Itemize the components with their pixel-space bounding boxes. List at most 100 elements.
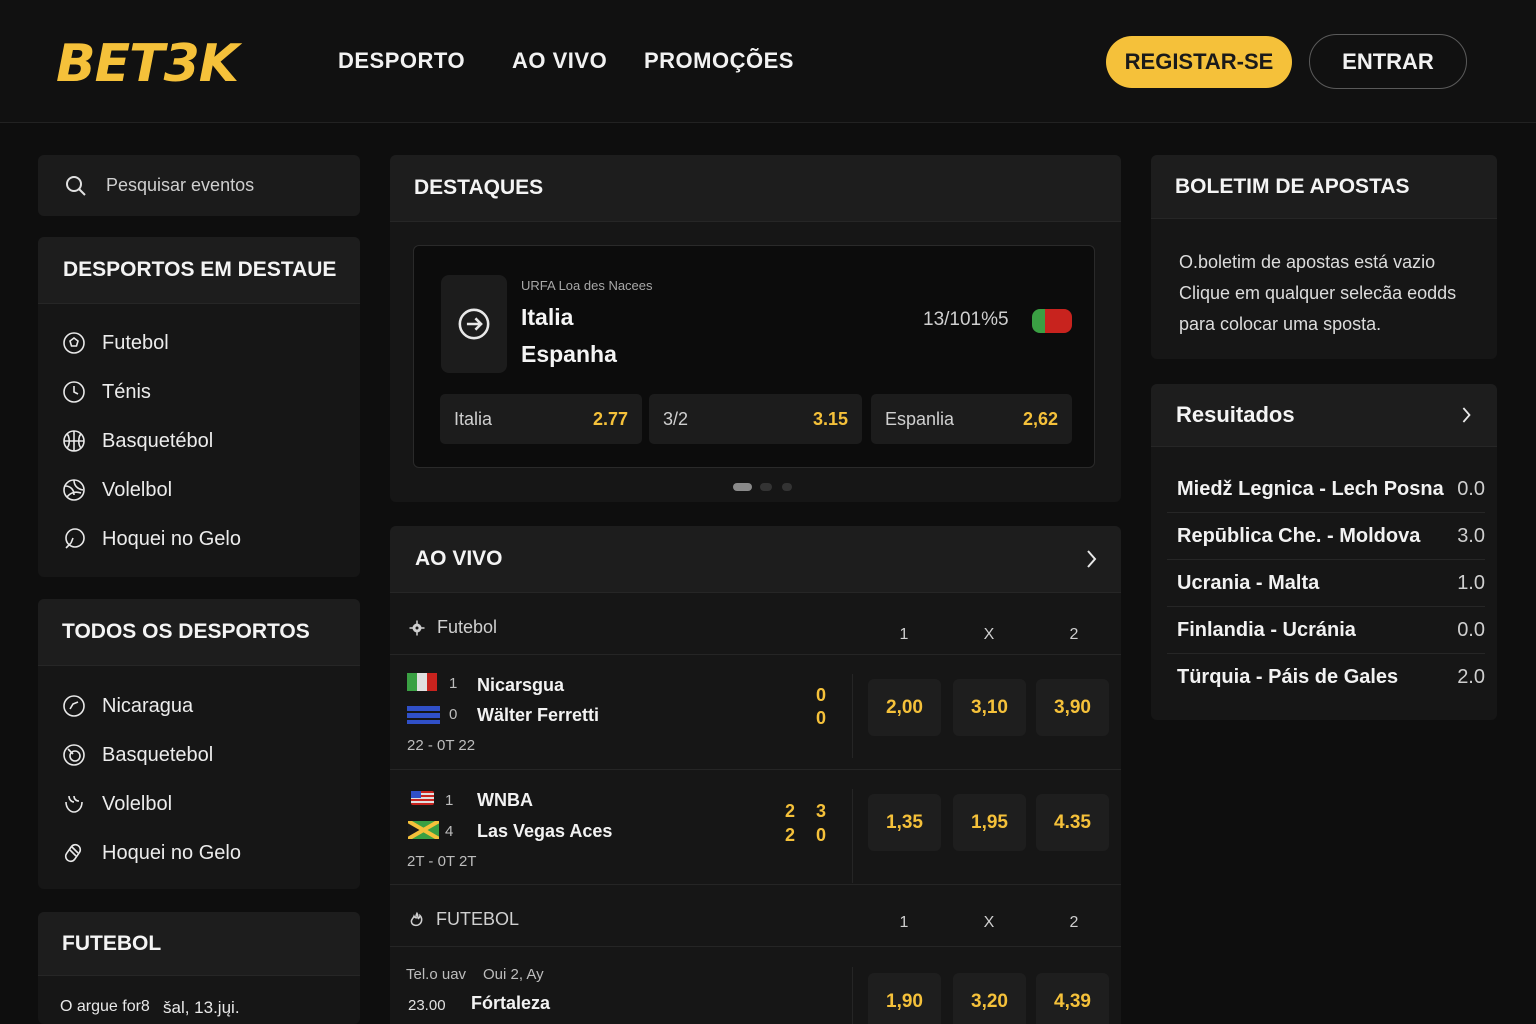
score: 0 [816,708,827,728]
betslip-text: Clique em qualquer selecãa eodds [1179,283,1457,303]
event-icon-box [441,275,507,373]
sidebar-item-futebol[interactable]: Futebol [62,331,169,355]
sidebar-item-label: Basquetebol [102,743,214,766]
team-name: Fórtaleza [471,993,551,1013]
live-section-sport: FUTEBOL [408,909,519,930]
result-row[interactable]: Finlandia - Ucránia 0.0 [1167,607,1485,654]
sidebar-item-hoquei-all[interactable]: Hoquei no Gelo [62,841,241,865]
odd-button[interactable]: 1,35 [868,794,941,851]
nav-ao-vivo[interactable]: AO VIVO [512,48,607,74]
sidebar-item-tenis[interactable]: Ténis [62,380,151,404]
odd-button[interactable]: 1,95 [953,794,1026,851]
score: 3 [816,801,827,821]
sidebar-item-basquetebol-all[interactable]: Basquetebol [62,743,213,767]
team-number: 0 [449,706,458,723]
search-input[interactable]: Pesquisar eventos [38,155,360,216]
all-sports-panel: TODOS OS DESPORTOS Nicaragua Basquetebol… [38,599,360,889]
football-info-a: O argue for8 [60,998,150,1015]
football-panel: FUTEBOL O argue for8 šal, 13.jųi. [38,912,360,1024]
odd-button[interactable]: 3,20 [953,973,1026,1024]
result-row[interactable]: Miedž Legnica - Lech Posna 0.0 [1167,466,1485,513]
col-header-2: 2 [1069,914,1079,931]
odd-value: 2.77 [592,408,628,429]
betslip-title: BOLETIM DE APOSTAS [1151,155,1497,219]
odd-button[interactable]: 1,90 [868,973,941,1024]
divider [390,946,1121,947]
brand-logo[interactable]: BET3K [56,34,239,94]
divider [852,789,853,883]
carousel-dot[interactable] [782,483,792,491]
team-name: Las Vegas Aces [477,821,613,841]
match-time: 2T - 0T 2T [407,853,477,870]
sidebar-item-nicaragua[interactable]: Nicaragua [62,694,193,718]
match-time: 23.00 [408,997,446,1014]
odd-button[interactable]: 4,39 [1036,973,1109,1024]
highlight-odd-x[interactable]: 3/2 3.15 [649,394,862,444]
chevron-right-icon[interactable] [1459,405,1473,425]
sidebar-item-label: Nicaragua [102,694,194,717]
live-panel: AO VIVO Futebol 1 X 2 1 0 Nicarsgua Wält… [390,526,1121,1024]
volleyball-icon [65,795,83,813]
results-header[interactable]: Resuitados [1151,384,1497,447]
sidebar-item-volelbol-all[interactable]: Volelbol [62,792,172,816]
results-title: Resuitados [1176,402,1295,427]
odd-button[interactable]: 3,90 [1036,679,1109,736]
divider [852,674,853,758]
sidebar-item-label: Hoquei no Gelo [102,841,241,864]
team-name: Wälter Ferretti [477,705,600,725]
nav-promocoes[interactable]: PROMOÇÕES [644,48,794,74]
result-row[interactable]: Türquia - Páis de Gales 2.0 [1167,654,1485,701]
event-team-2: Espanha [521,341,617,367]
result-match: Repūblica Che. - Moldova [1177,524,1421,547]
fire-icon [410,911,423,926]
result-match: Miedž Legnica - Lech Posna [1177,477,1444,500]
chevron-right-icon[interactable] [1083,548,1099,570]
sidebar-item-hoquei[interactable]: Hoquei no Gelo [62,527,241,551]
football-info-b: šal, 13.jųi. [163,998,240,1017]
col-header-x: X [983,626,995,643]
sidebar-item-volelbol[interactable]: Volelbol [62,478,172,502]
odd-button[interactable]: 3,10 [953,679,1026,736]
event-team-1: Italia [521,304,574,330]
odd-label: 3/2 [663,408,689,429]
team-number: 4 [445,823,454,840]
odd-label: Italia [454,408,493,429]
highlights-title: DESTAQUES [390,155,1121,222]
score: 0 [816,685,827,705]
odd-button[interactable]: 4.35 [1036,794,1109,851]
result-row[interactable]: Ucrania - Malta 1.0 [1167,560,1485,607]
sidebar-item-basquetebol[interactable]: Basquetébol [62,429,213,453]
carousel-dot-active[interactable] [733,483,752,491]
team-name: Nicarsgua [477,675,565,695]
team-number: 1 [445,792,454,809]
all-sports-title: TODOS OS DESPORTOS [38,599,360,666]
divider [852,967,853,1024]
result-score: 1.0 [1457,571,1485,594]
result-match: Ucrania - Malta [1177,571,1320,594]
score: 2 [785,801,796,821]
col-header-1: 1 [899,626,909,643]
highlight-odd-1[interactable]: Italia 2.77 [440,394,642,444]
betslip-text: O.boletim de apostas está vazio [1179,252,1436,272]
sidebar-item-label: Volelbol [102,792,173,815]
odd-button[interactable]: 2,00 [868,679,941,736]
result-match: Finlandia - Ucránia [1177,618,1356,641]
col-header-1: 1 [899,914,909,931]
login-button[interactable]: ENTRAR [1309,34,1467,89]
sidebar-item-label: Futebol [102,331,169,354]
top-header: BET3K DESPORTO AO VIVO PROMOÇÕES REGISTA… [0,0,1536,123]
carousel-dot[interactable] [760,483,772,491]
event-competition: URFA Loa des Nacees [521,278,653,293]
result-score: 3.0 [1457,524,1485,547]
search-placeholder: Pesquisar eventos [106,175,255,195]
result-row[interactable]: Repūblica Che. - Moldova 3.0 [1167,513,1485,560]
sidebar-item-label: Basquetébol [102,429,214,452]
highlight-odd-2[interactable]: Espanlia 2,62 [871,394,1072,444]
sidebar-item-label: Hoquei no Gelo [102,527,241,550]
nav-desporto[interactable]: DESPORTO [338,48,465,74]
result-score: 2.0 [1457,666,1485,688]
live-header[interactable]: AO VIVO [390,526,1121,593]
col-header-x: X [983,914,995,931]
register-button[interactable]: REGISTAR-SE [1106,36,1292,88]
live-section-sport: Futebol [408,617,497,638]
